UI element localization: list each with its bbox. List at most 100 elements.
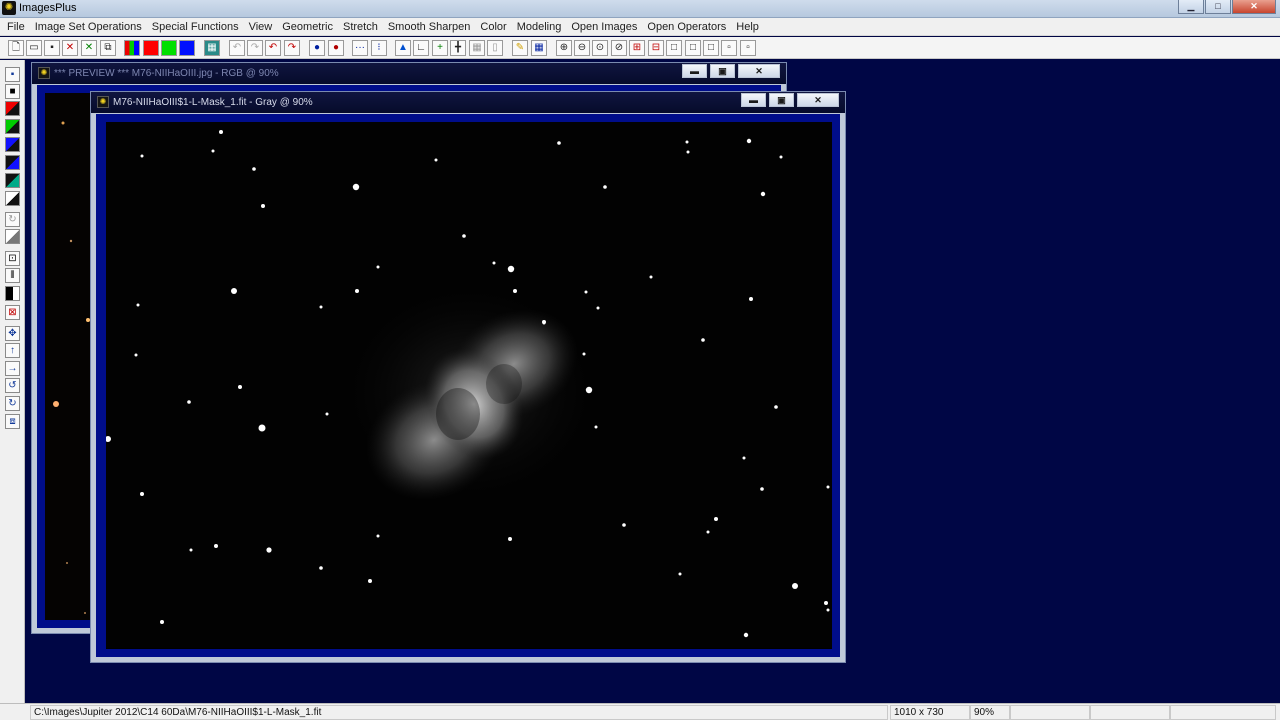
zoom-reset-icon[interactable]: ⊘ [611,40,627,56]
red-channel-icon[interactable] [143,40,159,56]
maximize-icon[interactable]: □ [1205,0,1231,14]
status-cell-empty-1 [1010,705,1090,720]
mask-window-controls: ▬ ▣ ✕ [738,93,839,107]
mask-image-frame [96,114,840,657]
mask-window-title: M76-NIIHaOIII$1-L-Mask_1.fit - Gray @ 90… [113,97,313,108]
maximize-icon[interactable]: ▣ [769,93,794,107]
close-image-icon[interactable]: ✕ [62,40,78,56]
rgb-channels-icon[interactable] [124,40,140,56]
red-black-icon[interactable] [5,101,20,116]
black-teal-icon[interactable] [5,173,20,188]
main-toolbar: 🗋 ▭ ▪ ✕ ✕ ⧉ ▦ ↶ ↷ ↶ ↷ ● ● ··· ⁝ ▲ ∟ + ╋ … [0,37,1280,59]
save-icon[interactable]: ▪ [5,67,20,82]
levels-icon[interactable] [5,286,20,301]
mask-image[interactable] [106,122,832,649]
grid-disabled-icon[interactable]: ▦ [469,40,485,56]
move-icon[interactable]: ✥ [5,326,20,341]
frame-3-icon[interactable]: □ [703,40,719,56]
menu-image-set-operations[interactable]: Image Set Operations [30,21,147,33]
menu-special-functions[interactable]: Special Functions [147,21,244,33]
pencil-icon[interactable]: ✎ [512,40,528,56]
arrow-up-icon[interactable]: ↑ [5,343,20,358]
rotate-disabled-icon[interactable]: ↻ [5,212,20,227]
menu-file[interactable]: File [2,21,30,33]
preview-window-controls: ▬ ▣ ✕ [679,64,780,78]
file-path: C:\Images\Jupiter 2012\C14 60Da\M76-NIIH… [30,705,888,720]
arrow-right-icon[interactable]: → [5,361,20,376]
menu-smooth-sharpen[interactable]: Smooth Sharpen [383,21,476,33]
menu-open-operators[interactable]: Open Operators [642,21,731,33]
select-box-icon[interactable]: ⊡ [5,251,20,266]
zoom-fit-icon[interactable]: ⊙ [592,40,608,56]
add-region-icon[interactable]: ⊞ [629,40,645,56]
maximize-icon[interactable]: ▣ [710,64,735,78]
green-channel-icon[interactable] [161,40,177,56]
plus-icon[interactable]: + [432,40,448,56]
menu-color[interactable]: Color [475,21,511,33]
minimize-icon[interactable]: ▬ [682,64,707,78]
crop-icon[interactable]: ⊠ [5,305,20,320]
menu-view[interactable]: View [244,21,278,33]
redo-icon[interactable]: ↷ [284,40,300,56]
status-cell-empty-2 [1090,705,1170,720]
blue-black-icon[interactable] [5,137,20,152]
menu-stretch[interactable]: Stretch [338,21,383,33]
app-icon[interactable]: ✺ [2,1,16,15]
close-icon[interactable]: ✕ [797,93,839,107]
close-all-icon[interactable]: ✕ [81,40,97,56]
undo-disabled-icon[interactable]: ↶ [229,40,245,56]
flip-icon[interactable]: ⧈ [5,414,20,429]
minimize-icon[interactable]: ▬ [741,93,766,107]
dotted-line-icon[interactable]: ··· [352,40,368,56]
blue-channel-icon[interactable] [179,40,195,56]
black-square-icon[interactable]: ■ [5,84,20,99]
record-icon[interactable]: ● [309,40,325,56]
crosshair-icon[interactable]: ╋ [450,40,466,56]
open-folder-icon[interactable]: ▭ [26,40,42,56]
black-blue-icon[interactable] [5,155,20,170]
menu-geometric[interactable]: Geometric [277,21,338,33]
left-toolbar: ▪ ■ ↻ ⊡ ⦀ ⊠ ✥ ↑ → ↺ ↻ ⧈ [0,60,25,703]
points-icon[interactable]: ⁝ [371,40,387,56]
save-icon[interactable]: ▪ [44,40,60,56]
zoom-out-icon[interactable]: ⊖ [574,40,590,56]
zoom-in-icon[interactable]: ⊕ [556,40,572,56]
copy-icon[interactable]: ⧉ [100,40,116,56]
frame-2-icon[interactable]: □ [685,40,701,56]
minimize-icon[interactable]: ▁ [1178,0,1204,14]
gradient-icon[interactable] [5,229,20,244]
rotate-right-icon[interactable]: ↻ [5,396,20,411]
white-black-icon[interactable] [5,191,20,206]
close-icon[interactable]: ✕ [1232,0,1276,14]
image-window-icon: ✺ [97,96,109,108]
record-stop-icon[interactable]: ● [328,40,344,56]
remove-region-icon[interactable]: ⊟ [648,40,664,56]
menu-open-images[interactable]: Open Images [566,21,642,33]
preview-title-bar[interactable]: ✺ *** PREVIEW *** M76-NIIHaOIII.jpg - RG… [32,63,786,84]
close-icon[interactable]: ✕ [738,64,780,78]
text-disabled-icon[interactable]: ▯ [487,40,503,56]
zoom-level: 90% [970,705,1010,720]
undo-icon[interactable]: ↶ [265,40,281,56]
grid-icon[interactable]: ▦ [204,40,220,56]
menu-modeling[interactable]: Modeling [512,21,567,33]
frame-5-icon[interactable]: ▫ [740,40,756,56]
nebula-image [106,122,832,648]
table-icon[interactable]: ▦ [531,40,547,56]
preview-window-title: *** PREVIEW *** M76-NIIHaOIII.jpg - RGB … [54,68,279,79]
frame-1-icon[interactable]: □ [666,40,682,56]
green-black-icon[interactable] [5,119,20,134]
rotate-left-icon[interactable]: ↺ [5,378,20,393]
mask-window[interactable]: ✺ M76-NIIHaOIII$1-L-Mask_1.fit - Gray @ … [90,91,846,663]
redo-disabled-icon[interactable]: ↷ [247,40,263,56]
align-bars-icon[interactable]: ⦀ [5,268,20,283]
status-cell-empty-3 [1170,705,1276,720]
image-window-icon: ✺ [38,67,50,79]
new-file-icon[interactable]: 🗋 [8,40,24,56]
status-bar: C:\Images\Jupiter 2012\C14 60Da\M76-NIIH… [0,703,1280,720]
mask-title-bar[interactable]: ✺ M76-NIIHaOIII$1-L-Mask_1.fit - Gray @ … [91,92,845,113]
histogram-icon[interactable]: ▲ [395,40,411,56]
menu-help[interactable]: Help [731,21,764,33]
frame-4-icon[interactable]: ▫ [721,40,737,56]
curve-icon[interactable]: ∟ [413,40,429,56]
